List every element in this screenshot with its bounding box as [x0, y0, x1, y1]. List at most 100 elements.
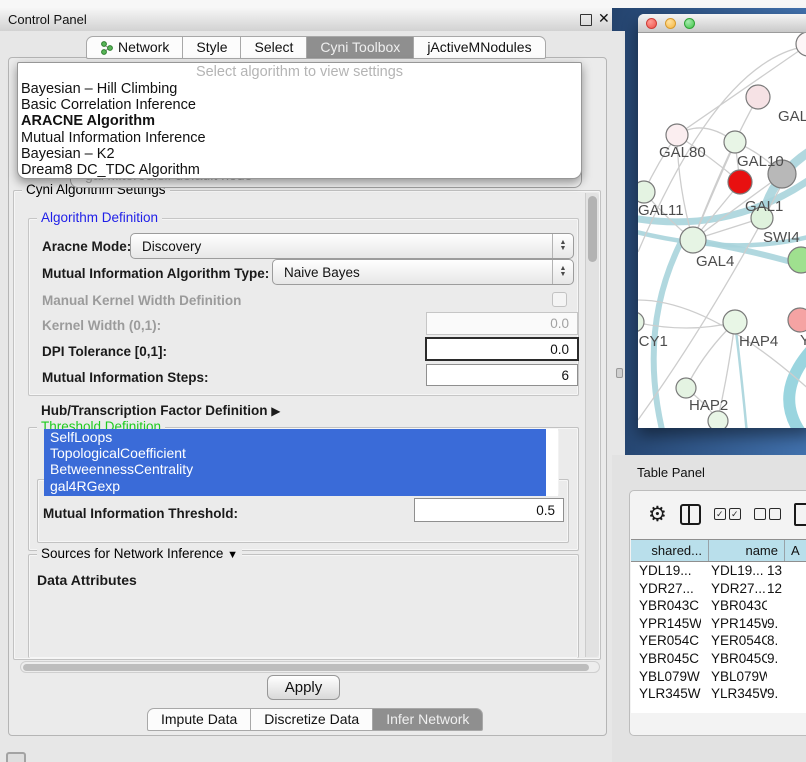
node-label: HAP2: [689, 397, 728, 414]
settings-hscrollbar[interactable]: [20, 661, 600, 673]
close-traffic-icon[interactable]: [646, 18, 657, 29]
data-attributes-list[interactable]: SelfLoops TopologicalCoefficient Between…: [44, 429, 558, 496]
network-window[interactable]: GAL GAL80 GAL10 GAL1 GAL11 SWI4 GAL4 GCY…: [638, 14, 806, 428]
tab-cyni-toolbox[interactable]: Cyni Toolbox: [307, 36, 414, 59]
zoom-traffic-icon[interactable]: [684, 18, 695, 29]
network-icon: [100, 41, 113, 55]
network-node[interactable]: [723, 310, 747, 334]
network-graph: GAL GAL80 GAL10 GAL1 GAL11 SWI4 GAL4 GCY…: [638, 33, 806, 428]
mi-steps-field[interactable]: 6: [426, 364, 578, 386]
settings-vscrollbar[interactable]: [585, 193, 599, 657]
table-row[interactable]: YBR045CYBR045C9.: [631, 650, 806, 668]
aracne-mode-label: Aracne Mode:: [42, 239, 131, 254]
network-node[interactable]: [638, 181, 655, 203]
table-row[interactable]: YER054CYER054C8.: [631, 632, 806, 650]
splitter-grip-icon[interactable]: [616, 368, 623, 378]
algorithm-option-selected[interactable]: ARACNE Algorithm: [18, 113, 581, 129]
kernel-width-value: 0.0: [550, 316, 569, 331]
manual-kernel-checkbox[interactable]: [552, 292, 567, 307]
network-node[interactable]: [788, 308, 806, 332]
close-icon[interactable]: ✕: [598, 10, 610, 27]
list-item[interactable]: TopologicalCoefficient: [44, 445, 546, 461]
network-node[interactable]: [746, 85, 770, 109]
gear-icon[interactable]: ⚙: [648, 504, 667, 525]
table-row[interactable]: YPR145WYPR145W9.: [631, 615, 806, 633]
network-window-titlebar[interactable]: [638, 14, 806, 33]
network-node[interactable]: [666, 124, 688, 146]
float-window-icon[interactable]: [580, 14, 592, 26]
panel-splitter[interactable]: [612, 31, 625, 455]
mi-threshold-field[interactable]: 0.5: [414, 498, 564, 522]
list-item[interactable]: [44, 494, 546, 496]
list-item[interactable]: SelfLoops: [44, 429, 546, 445]
tab-select[interactable]: Select: [241, 36, 307, 59]
apply-button-label: Apply: [285, 679, 323, 696]
columns-icon[interactable]: [680, 504, 701, 525]
minimize-traffic-icon[interactable]: [665, 18, 676, 29]
table-row[interactable]: YBR043CYBR043C: [631, 597, 806, 615]
column-header[interactable]: A: [785, 540, 806, 561]
network-node[interactable]: [676, 378, 696, 398]
algorithm-option[interactable]: Dream8 DC_TDC Algorithm: [18, 162, 581, 178]
tab-impute-data-label: Impute Data: [161, 709, 237, 730]
algorithm-definition-title: Algorithm Definition: [37, 210, 162, 225]
deselect-all-icon[interactable]: [754, 508, 781, 520]
control-panel-tabs: Network Style Select Cyni Toolbox jActiv…: [86, 36, 546, 59]
mi-threshold-value: 0.5: [536, 503, 555, 518]
select-all-icon[interactable]: ✓✓: [714, 508, 741, 520]
tab-network[interactable]: Network: [86, 36, 183, 59]
tab-infer-network[interactable]: Infer Network: [373, 708, 483, 731]
table-row[interactable]: YDR27...YDR27...12: [631, 580, 806, 598]
dpi-tolerance-label: DPI Tolerance [0,1]:: [42, 344, 167, 359]
table-row[interactable]: YBL079WYBL079W: [631, 668, 806, 686]
dpi-tolerance-value: 0.0: [550, 342, 569, 357]
apply-button[interactable]: Apply: [267, 675, 340, 700]
algorithm-dropdown-popup: Select algorithm to view settings Bayesi…: [17, 62, 582, 179]
column-header[interactable]: name: [709, 540, 785, 561]
new-table-icon[interactable]: [794, 503, 806, 526]
aracne-mode-combo[interactable]: Discovery ▲▼: [130, 233, 574, 259]
data-attributes-label: Data Attributes: [37, 572, 137, 588]
node-label: HAP4: [739, 333, 778, 350]
network-node-selected[interactable]: [728, 170, 752, 194]
kernel-width-field[interactable]: 0.0: [426, 312, 578, 335]
network-node[interactable]: [788, 247, 806, 273]
cyni-algorithm-settings-group: Cyni Algorithm Settings Algorithm Defini…: [13, 190, 601, 660]
table-header: shared... name A: [631, 539, 806, 562]
algorithm-option[interactable]: Mutual Information Inference: [18, 130, 581, 146]
network-node[interactable]: [638, 312, 644, 332]
control-panel-title: Control Panel: [8, 12, 87, 27]
network-canvas[interactable]: GAL GAL80 GAL10 GAL1 GAL11 SWI4 GAL4 GCY…: [638, 33, 806, 428]
control-panel-titlebar[interactable]: Control Panel ✕: [0, 8, 612, 32]
list-item[interactable]: gal4RGexp: [44, 478, 546, 494]
manual-kernel-label: Manual Kernel Width Definition: [42, 293, 241, 308]
dpi-tolerance-field[interactable]: 0.0: [425, 337, 579, 361]
table-panel-title: Table Panel: [637, 465, 705, 480]
list-item[interactable]: BetweennessCentrality: [44, 461, 546, 477]
column-header[interactable]: shared...: [631, 540, 709, 561]
sources-title-label: Sources for Network Inference: [41, 546, 223, 561]
tab-impute-data[interactable]: Impute Data: [147, 708, 251, 731]
tab-style[interactable]: Style: [183, 36, 241, 59]
hub-definition-toggle[interactable]: Hub/Transcription Factor Definition ▶: [41, 403, 281, 418]
table-body: YDL19...YDL19...13 YDR27...YDR27...12 YB…: [631, 562, 806, 702]
tab-infer-network-label: Infer Network: [386, 709, 469, 730]
algorithm-option[interactable]: Bayesian – K2: [18, 146, 581, 162]
minimized-panel-icon[interactable]: [6, 752, 26, 762]
tab-style-label: Style: [196, 37, 227, 58]
stepper-icon: ▲▼: [552, 234, 573, 258]
table-toolbar: ⚙ ✓✓: [630, 491, 806, 537]
mi-type-combo[interactable]: Naive Bayes ▲▼: [272, 259, 574, 285]
mi-steps-value: 6: [561, 368, 569, 383]
table-row[interactable]: YDL19...YDL19...13: [631, 562, 806, 580]
tab-jactivemnodules[interactable]: jActiveMNodules: [414, 36, 545, 59]
network-node[interactable]: [724, 131, 746, 153]
node-label: GAL1: [745, 198, 783, 215]
algorithm-option[interactable]: Basic Correlation Inference: [18, 97, 581, 113]
network-node[interactable]: [680, 227, 706, 253]
mi-type-value: Naive Bayes: [273, 265, 552, 280]
sources-title[interactable]: Sources for Network Inference ▼: [37, 546, 242, 561]
tab-discretize-data[interactable]: Discretize Data: [251, 708, 373, 731]
algorithm-option[interactable]: Bayesian – Hill Climbing: [18, 81, 581, 97]
table-row[interactable]: YLR345WYLR345W9.: [631, 685, 806, 702]
